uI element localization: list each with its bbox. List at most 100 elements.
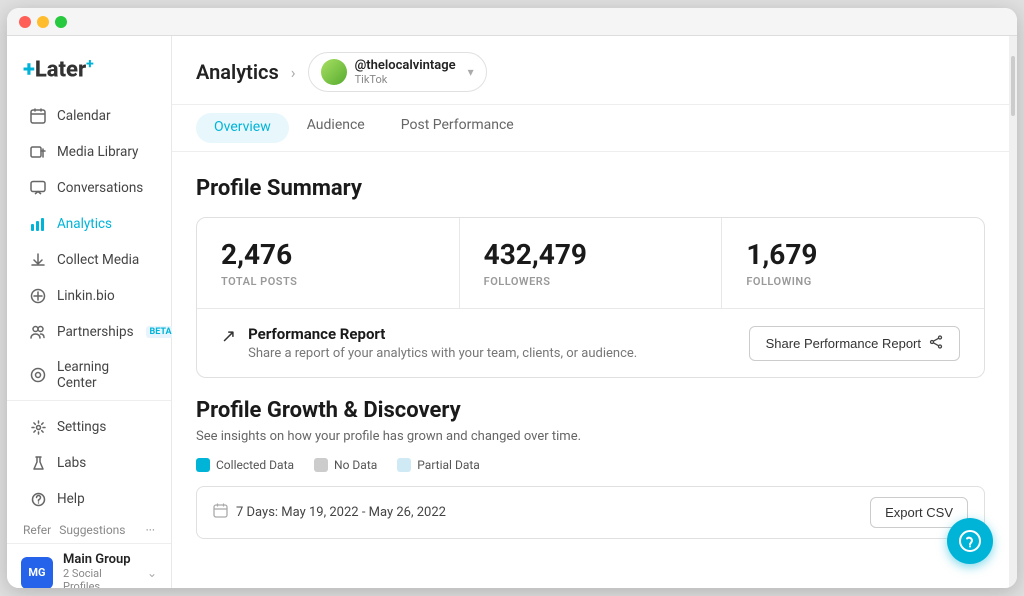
minimize-button[interactable] <box>37 16 49 28</box>
partial-data-dot <box>397 458 411 472</box>
suggestions-label: Suggestions <box>59 523 125 537</box>
analytics-icon <box>29 215 47 233</box>
nav-conversations[interactable]: Conversations <box>13 170 165 206</box>
linkin-bio-icon <box>29 287 47 305</box>
avatar: MG <box>21 557 53 588</box>
refer-row: Refer Suggestions ··· <box>7 517 171 543</box>
calendar-icon <box>29 107 47 125</box>
stat-following-label: FOLLOWING <box>746 275 960 288</box>
export-csv-label: Export CSV <box>885 505 953 520</box>
stats-row: 2,476 TOTAL POSTS 432,479 FOLLOWERS 1,67… <box>197 218 984 309</box>
tabs-bar: Overview Audience Post Performance <box>172 105 1009 152</box>
growth-desc: See insights on how your profile has gro… <box>196 429 985 444</box>
close-button[interactable] <box>19 16 31 28</box>
nav-calendar-label: Calendar <box>57 108 111 124</box>
scrollbar[interactable] <box>1009 36 1017 588</box>
legend-partial: Partial Data <box>397 458 480 472</box>
stat-followers: 432,479 FOLLOWERS <box>460 218 723 308</box>
partial-data-label: Partial Data <box>417 458 480 472</box>
no-data-dot <box>314 458 328 472</box>
nav-help-label: Help <box>57 491 85 507</box>
nav-labs-label: Labs <box>57 455 86 471</box>
nav-learning-center[interactable]: Learning Center <box>13 350 165 400</box>
tab-audience[interactable]: Audience <box>289 105 383 152</box>
main-content: Profile Summary 2,476 TOTAL POSTS 432,47… <box>172 152 1009 588</box>
legend-collected: Collected Data <box>196 458 294 472</box>
workspace-sub: 2 Social Profiles <box>63 567 137 588</box>
share-performance-report-label: Share Performance Report <box>766 336 921 351</box>
nav-analytics-label: Analytics <box>57 216 112 232</box>
nav-collect-media[interactable]: Collect Media <box>13 242 165 278</box>
nav-labs[interactable]: Labs <box>13 445 165 481</box>
main-header: Analytics › @thelocalvintage TikTok ▾ <box>172 36 1009 105</box>
chevron-up-down-icon: ⌄ <box>147 566 157 580</box>
partnerships-icon <box>29 323 47 341</box>
learning-center-icon <box>29 366 47 384</box>
collected-data-dot <box>196 458 210 472</box>
help-fab[interactable] <box>947 518 993 564</box>
date-range-text: 7 Days: May 19, 2022 - May 26, 2022 <box>236 505 446 520</box>
legend-no-data: No Data <box>314 458 377 472</box>
tab-overview[interactable]: Overview <box>196 113 289 143</box>
date-range-left: 7 Days: May 19, 2022 - May 26, 2022 <box>213 503 446 522</box>
workspace-info: Main Group 2 Social Profiles <box>63 552 137 588</box>
growth-title: Profile Growth & Discovery <box>196 398 985 423</box>
perf-title: Performance Report <box>248 325 637 343</box>
nav-learning-center-label: Learning Center <box>57 359 149 391</box>
header-analytics-title: Analytics <box>196 60 279 84</box>
trending-up-icon: ↗ <box>221 326 236 347</box>
account-chevron-icon: ▾ <box>468 65 474 79</box>
performance-report-row: ↗ Performance Report Share a report of y… <box>197 309 984 377</box>
stat-total-posts-value: 2,476 <box>221 238 435 271</box>
nav-partnerships[interactable]: Partnerships BETA <box>13 314 165 350</box>
nav-settings[interactable]: Settings <box>13 409 165 445</box>
nav-partnerships-label: Partnerships <box>57 324 134 340</box>
collected-data-label: Collected Data <box>216 458 294 472</box>
media-library-icon <box>29 143 47 161</box>
scrollbar-thumb[interactable] <box>1011 56 1015 116</box>
workspace-row[interactable]: MG Main Group 2 Social Profiles ⌄ <box>7 543 171 588</box>
conversations-icon <box>29 179 47 197</box>
perf-desc: Share a report of your analytics with yo… <box>248 346 637 361</box>
stat-total-posts: 2,476 TOTAL POSTS <box>197 218 460 308</box>
nav-analytics[interactable]: Analytics <box>13 206 165 242</box>
account-info: @thelocalvintage TikTok <box>355 58 456 86</box>
traffic-lights <box>19 16 67 28</box>
nav-settings-label: Settings <box>57 419 106 435</box>
workspace-name: Main Group <box>63 552 137 567</box>
no-data-label: No Data <box>334 458 377 472</box>
perf-left: ↗ Performance Report Share a report of y… <box>221 325 637 361</box>
share-performance-report-button[interactable]: Share Performance Report <box>749 326 960 361</box>
refer-label: Refer <box>23 523 51 537</box>
stat-following: 1,679 FOLLOWING <box>722 218 984 308</box>
stats-card: 2,476 TOTAL POSTS 432,479 FOLLOWERS 1,67… <box>196 217 985 378</box>
nav-linkin-bio[interactable]: Linkin.bio <box>13 278 165 314</box>
nav-calendar[interactable]: Calendar <box>13 98 165 134</box>
account-avatar <box>321 59 347 85</box>
account-name: @thelocalvintage <box>355 58 456 73</box>
nav-media-library[interactable]: Media Library <box>13 134 165 170</box>
labs-icon <box>29 454 47 472</box>
account-selector[interactable]: @thelocalvintage TikTok ▾ <box>308 52 487 92</box>
maximize-button[interactable] <box>55 16 67 28</box>
sidebar-bottom: Settings Labs Help Refer Suggestions <box>7 400 171 588</box>
main-area: Analytics › @thelocalvintage TikTok ▾ Ov… <box>172 36 1009 588</box>
nav-conversations-label: Conversations <box>57 180 143 196</box>
nav-media-library-label: Media Library <box>57 144 138 160</box>
nav-collect-media-label: Collect Media <box>57 252 139 268</box>
more-options-icon[interactable]: ··· <box>146 523 155 537</box>
stat-total-posts-label: TOTAL POSTS <box>221 275 435 288</box>
tab-post-performance[interactable]: Post Performance <box>383 105 532 152</box>
stat-following-value: 1,679 <box>746 238 960 271</box>
perf-text-block: Performance Report Share a report of you… <box>248 325 637 361</box>
profile-summary-title: Profile Summary <box>196 176 985 201</box>
calendar-small-icon <box>213 503 228 522</box>
date-export-row: 7 Days: May 19, 2022 - May 26, 2022 Expo… <box>196 486 985 539</box>
help-icon <box>29 490 47 508</box>
nav-linkin-bio-label: Linkin.bio <box>57 288 115 304</box>
logo-icon: +Later+ <box>23 56 94 82</box>
legend-row: Collected Data No Data Partial Data <box>196 458 985 472</box>
logo: +Later+ <box>7 48 171 98</box>
stat-followers-label: FOLLOWERS <box>484 275 698 288</box>
nav-help[interactable]: Help <box>13 481 165 517</box>
